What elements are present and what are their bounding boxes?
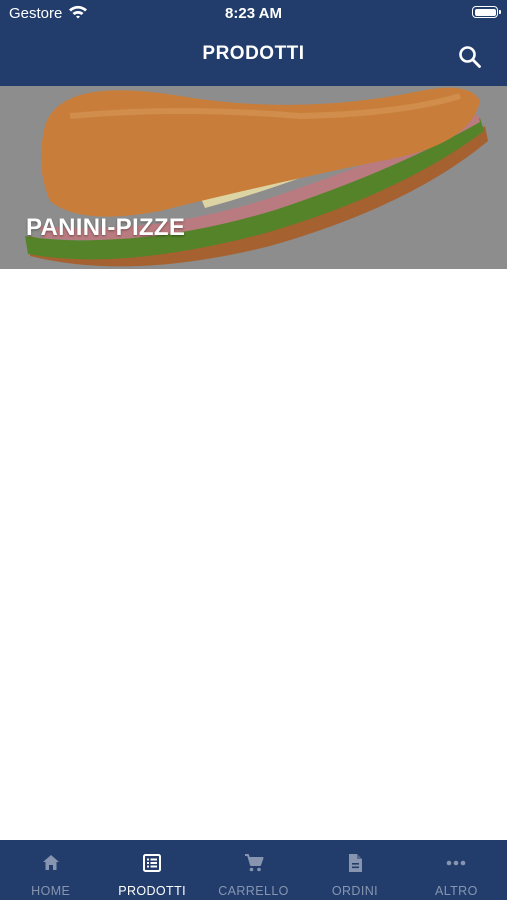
clock: 8:23 AM [225, 5, 282, 22]
home-icon [42, 855, 59, 870]
tab-label: ORDINI [331, 884, 378, 898]
tab-prodotti[interactable]: PRODOTTI [101, 840, 202, 900]
document-icon [348, 854, 362, 872]
search-icon[interactable] [457, 44, 483, 70]
status-bar: Gestore 8:23 AM [0, 0, 507, 28]
top-bar: Gestore 8:23 AM PRODOTTI [0, 0, 507, 86]
tab-ordini[interactable]: ORDINI [304, 840, 405, 900]
tab-label: HOME [31, 884, 71, 898]
tab-label: PRODOTTI [118, 884, 186, 898]
category-label: PANINI-PIZZE [26, 214, 186, 241]
cart-icon [244, 854, 264, 872]
list-icon [143, 854, 162, 872]
more-icon [447, 860, 466, 866]
battery-icon [472, 6, 501, 18]
bottom-tab-bar: HOME PRODOTTI CARRELLO ORDINI ALTRO [0, 840, 507, 900]
page-title: PRODOTTI [202, 43, 305, 64]
tab-carrello[interactable]: CARRELLO [203, 840, 304, 900]
tab-label: ALTRO [434, 884, 478, 898]
tab-altro[interactable]: ALTRO [406, 840, 507, 900]
tab-home[interactable]: HOME [0, 840, 101, 900]
tab-label: CARRELLO [218, 884, 289, 898]
category-card-panini-pizze[interactable]: PANINI-PIZZE [0, 86, 507, 269]
